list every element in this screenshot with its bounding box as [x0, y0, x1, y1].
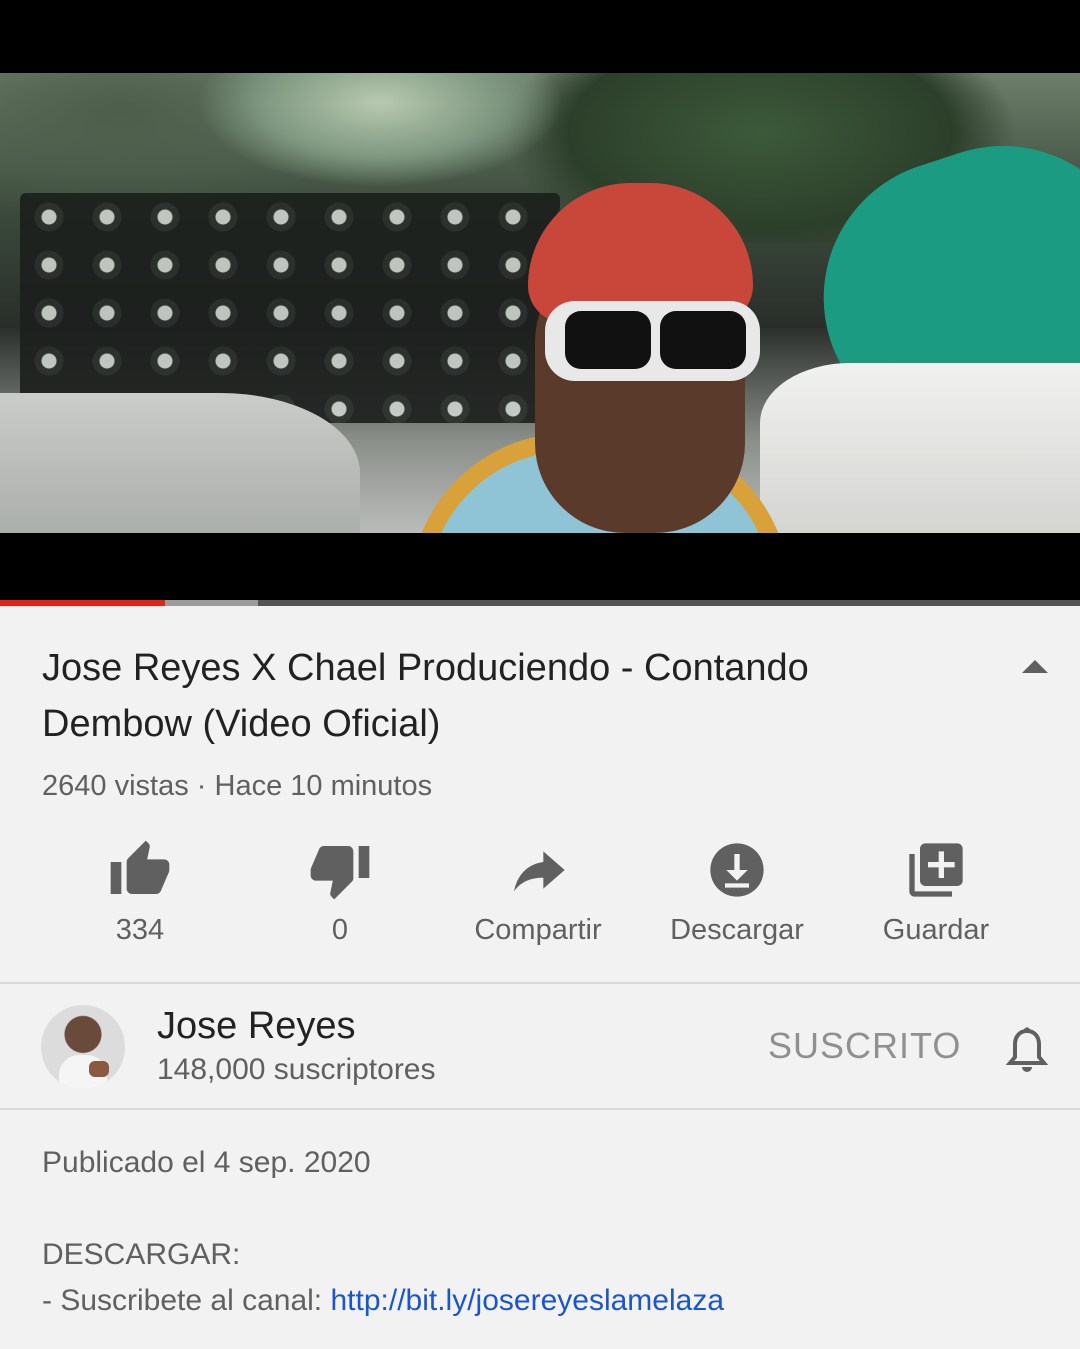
thumb-up-icon: [110, 840, 170, 894]
description-heading: DESCARGAR:: [42, 1238, 241, 1271]
video-glasses-lens-right: [660, 311, 746, 369]
avatar-hand: [89, 1061, 109, 1077]
action-bar: 334 0 Compartir Descargar Guardar: [0, 830, 1080, 960]
video-frame[interactable]: [0, 73, 1080, 533]
channel-row: Jose Reyes 148,000 suscriptores SUSCRITO: [0, 985, 1080, 1109]
meta-separator: ·: [196, 770, 207, 802]
video-title: Jose Reyes X Chael Produciendo - Contand…: [42, 647, 809, 745]
like-count: 334: [115, 914, 165, 946]
playlist-add-icon: [909, 843, 963, 897]
video-player[interactable]: [0, 0, 1080, 602]
video-progress-bar[interactable]: [0, 600, 1080, 606]
progress-played: [0, 600, 166, 606]
dislike-button[interactable]: 0: [240, 830, 440, 947]
thumb-down-icon: [310, 846, 370, 900]
channel-avatar[interactable]: [41, 1005, 125, 1089]
save-label: Guardar: [882, 914, 990, 946]
download-label: Descargar: [670, 914, 804, 946]
subscribe-prefix: - Suscribete al canal:: [42, 1284, 331, 1317]
upload-age: Hace 10 minutos: [214, 770, 433, 802]
channel-name[interactable]: Jose Reyes: [157, 1005, 356, 1048]
divider-channel: [0, 1108, 1080, 1110]
download-button[interactable]: Descargar: [637, 830, 837, 947]
collapse-icon[interactable]: [1022, 660, 1048, 673]
subscribe-button[interactable]: SUSCRITO: [768, 1025, 961, 1067]
description-subscribe-line: - Suscribete al canal: http://bit.ly/jos…: [42, 1278, 1042, 1324]
video-car-right: [760, 363, 1080, 533]
subscribe-link[interactable]: http://bit.ly/josereyeslamelaza: [330, 1284, 724, 1317]
publish-date: Publicado el 4 sep. 2020: [42, 1146, 371, 1179]
like-button[interactable]: 334: [40, 830, 240, 947]
video-meta: 2640 vistas · Hace 10 minutos: [42, 770, 432, 803]
video-description: Publicado el 4 sep. 2020 DESCARGAR: - Su…: [42, 1140, 1042, 1324]
video-glasses-lens-left: [565, 311, 651, 369]
video-speaker-wall: [20, 193, 560, 423]
video-car-left: [0, 393, 360, 533]
download-icon: [710, 843, 764, 897]
share-button[interactable]: Compartir: [438, 830, 638, 947]
dislike-count: 0: [331, 914, 349, 946]
subscriber-count: 148,000 suscriptores: [157, 1053, 436, 1086]
view-count: 2640 vistas: [42, 770, 189, 802]
divider-actions: [0, 982, 1080, 984]
share-icon: [514, 851, 565, 892]
description-gap: [42, 1186, 1042, 1232]
save-button[interactable]: Guardar: [836, 830, 1036, 947]
bell-icon[interactable]: [1003, 1025, 1051, 1077]
share-label: Compartir: [474, 914, 602, 946]
